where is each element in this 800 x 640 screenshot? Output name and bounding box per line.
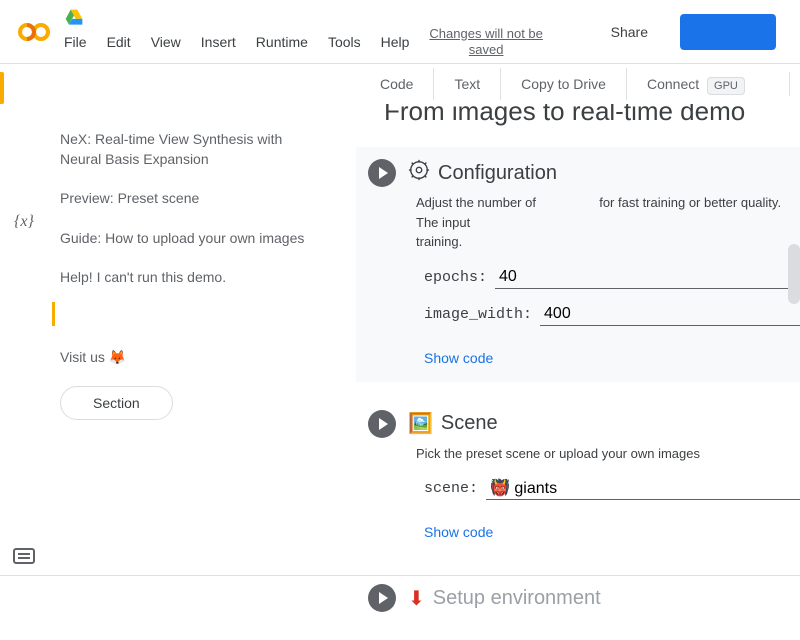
- toc-item[interactable]: Guide: How to upload your own images: [60, 219, 324, 259]
- menu-file[interactable]: File: [56, 30, 95, 54]
- active-rail-indicator: [0, 72, 4, 104]
- field-label: image_width:: [424, 306, 532, 323]
- picture-icon: 🖼️: [408, 411, 433, 436]
- epochs-input[interactable]: [495, 266, 800, 289]
- terminal-icon[interactable]: [12, 544, 36, 568]
- field-label: scene:: [424, 480, 478, 497]
- connect-button[interactable]: Connect GPU: [627, 68, 765, 100]
- cell-title: Configuration: [408, 159, 557, 187]
- footer-divider: [0, 575, 800, 576]
- menubar: File Edit View Insert Runtime Tools Help: [56, 30, 417, 54]
- add-section-button[interactable]: Section: [60, 386, 173, 420]
- form-row-image-width: image_width:: [424, 303, 800, 326]
- run-cell-button[interactable]: [368, 584, 396, 612]
- cell-title: 🖼️ Scene: [408, 411, 498, 436]
- cell-description: Adjust the number of for fast training o…: [416, 193, 800, 252]
- form-row-epochs: epochs:: [424, 266, 800, 289]
- left-rail: {x}: [0, 104, 48, 640]
- page-title: From images to real-time demo: [348, 104, 800, 139]
- menu-view[interactable]: View: [143, 30, 189, 54]
- scrollbar[interactable]: [788, 244, 800, 304]
- table-of-contents: NeX: Real-time View Synthesis with Neura…: [48, 104, 348, 640]
- primary-action-button[interactable]: [680, 14, 776, 50]
- notebook-content: From images to real-time demo Configurat…: [348, 104, 800, 640]
- save-status[interactable]: Changes will not besaved: [429, 26, 542, 57]
- cell-setup-env: ⬇ Setup environment: [356, 572, 800, 612]
- menu-runtime[interactable]: Runtime: [248, 30, 316, 54]
- main: {x} NeX: Real-time View Synthesis with N…: [0, 104, 800, 640]
- run-cell-button[interactable]: [368, 410, 396, 438]
- scene-input[interactable]: [486, 477, 800, 500]
- colab-logo[interactable]: [16, 14, 52, 50]
- cell-configuration: Configuration Adjust the number of for f…: [356, 147, 800, 382]
- share-button[interactable]: Share: [595, 16, 664, 48]
- menu-help[interactable]: Help: [373, 30, 418, 54]
- drive-icon[interactable]: [64, 8, 84, 28]
- menu-edit[interactable]: Edit: [99, 30, 139, 54]
- svg-text:{x}: {x}: [14, 213, 35, 230]
- toc-item[interactable]: Help! I can't run this demo.: [60, 258, 324, 298]
- image-width-input[interactable]: [540, 303, 800, 326]
- gear-icon: [408, 159, 430, 187]
- menu-tools[interactable]: Tools: [320, 30, 369, 54]
- toc-item[interactable]: Preview: Preset scene: [60, 179, 324, 219]
- cell-scene: 🖼️ Scene Pick the preset scene or upload…: [356, 398, 800, 557]
- download-icon: ⬇: [408, 586, 425, 611]
- toolbar-separator: [789, 72, 790, 96]
- show-code-link[interactable]: Show code: [424, 524, 493, 540]
- show-code-link[interactable]: Show code: [424, 350, 493, 366]
- cell-description: Pick the preset scene or upload your own…: [416, 444, 800, 464]
- copy-to-drive-button[interactable]: Copy to Drive: [501, 68, 627, 100]
- toc-active-indicator: [52, 302, 324, 326]
- cell-title: ⬇ Setup environment: [408, 586, 601, 611]
- insert-code-button[interactable]: Code: [360, 68, 434, 100]
- field-label: epochs:: [424, 269, 487, 286]
- menu-insert[interactable]: Insert: [193, 30, 244, 54]
- toc-item-visit[interactable]: Visit us 🦊: [60, 338, 324, 378]
- header: File Edit View Insert Runtime Tools Help…: [0, 0, 800, 64]
- run-cell-button[interactable]: [368, 159, 396, 187]
- toc-item[interactable]: NeX: Real-time View Synthesis with Neura…: [60, 120, 324, 179]
- insert-text-button[interactable]: Text: [434, 68, 501, 100]
- runtime-chip: GPU: [707, 77, 745, 95]
- form-row-scene: scene:: [424, 477, 800, 500]
- variables-icon[interactable]: {x}: [12, 208, 36, 232]
- toolbar: Code Text Copy to Drive Connect GPU: [0, 64, 800, 104]
